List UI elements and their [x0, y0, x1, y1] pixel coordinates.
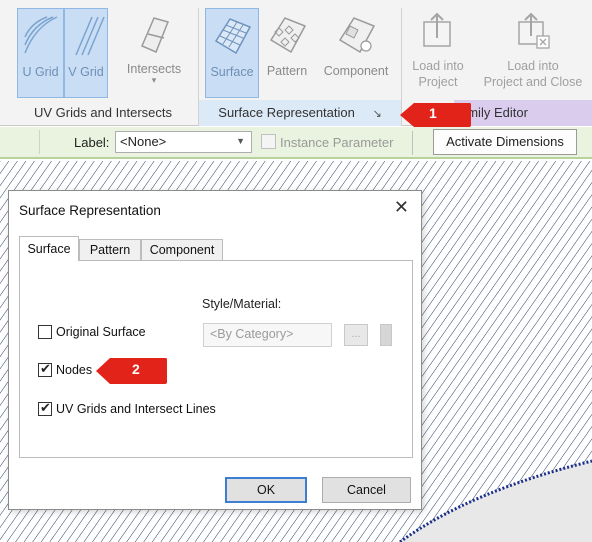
tab-surface[interactable]: Surface	[19, 236, 79, 261]
options-bar-separator	[412, 131, 413, 155]
label-text: Label:	[74, 135, 110, 150]
u-grid-icon	[23, 16, 57, 54]
style-material-label: Style/Material:	[202, 297, 282, 311]
nodes-checkbox[interactable]: ✔	[38, 361, 52, 377]
panel-surface-representation-title: Surface Representation	[218, 105, 355, 120]
u-grid-label: U Grid	[22, 65, 59, 79]
load-into-project-and-close-icon	[518, 12, 550, 49]
callout-1: 1	[400, 102, 472, 128]
load-into-project-and-close-button[interactable]: Load into Project and Close	[474, 8, 592, 98]
surface-label: Surface	[210, 65, 254, 79]
ok-button[interactable]: OK	[225, 477, 307, 503]
load-into-project-icon	[423, 12, 451, 47]
close-icon[interactable]: ✕	[394, 197, 409, 218]
intersects-icon	[141, 17, 170, 53]
options-bar: Label: <None> ▼ Instance Parameter Activ…	[0, 127, 592, 159]
instance-parameter-checkbox[interactable]	[261, 134, 276, 149]
surface-representation-launcher-icon[interactable]: ↘	[373, 108, 382, 120]
v-grid-label: V Grid	[68, 65, 104, 79]
dialog-title: Surface Representation	[19, 203, 161, 218]
color-swatch[interactable]	[380, 324, 392, 346]
ribbon: U Grid V Grid Intersects ▾ Surface Patte	[0, 0, 592, 126]
surface-tab-panel: Style/Material: <By Category> ... Origin…	[19, 260, 413, 458]
activate-dimensions-button[interactable]: Activate Dimensions	[433, 129, 577, 155]
pattern-label: Pattern	[266, 64, 308, 78]
uv-grids-and-intersect-lines-label: UV Grids and Intersect Lines	[56, 402, 216, 416]
options-bar-left-slot	[0, 130, 40, 154]
browse-material-button[interactable]: ...	[344, 324, 368, 346]
component-button[interactable]: Component	[314, 8, 398, 98]
panel-surface-representation: Surface Representation ↘	[199, 100, 401, 126]
cancel-button[interactable]: Cancel	[322, 477, 411, 503]
ribbon-panel-titles: UV Grids and Intersects Surface Represen…	[0, 100, 592, 126]
pattern-button[interactable]: Pattern	[262, 8, 312, 98]
callout-2: 2	[96, 357, 168, 384]
style-material-field[interactable]: <By Category>	[203, 323, 332, 347]
original-surface-label: Original Surface	[56, 325, 146, 339]
label-dropdown-value: <None>	[120, 134, 167, 149]
chevron-down-icon: ▼	[236, 136, 245, 146]
instance-parameter-label: Instance Parameter	[280, 135, 394, 150]
v-grid-button[interactable]: V Grid	[64, 8, 108, 98]
u-grid-button[interactable]: U Grid	[17, 8, 64, 98]
intersects-button[interactable]: Intersects ▾	[118, 8, 190, 98]
label-dropdown[interactable]: <None> ▼	[115, 131, 252, 153]
callout-1-number: 1	[429, 105, 437, 121]
component-icon	[338, 17, 376, 54]
original-surface-checkbox[interactable]	[38, 325, 52, 339]
surface-representation-dialog: Surface Representation ✕ Surface Pattern…	[8, 190, 422, 510]
load-into-project-label-2: Project	[418, 75, 458, 89]
pattern-icon	[269, 17, 307, 54]
tab-component[interactable]: Component	[141, 239, 223, 261]
uv-grids-and-intersect-lines-checkbox[interactable]: ✔	[38, 400, 52, 416]
load-into-project-and-close-label-1: Load into	[507, 59, 559, 73]
v-grid-icon	[75, 16, 105, 56]
load-into-project-button[interactable]: Load into Project	[404, 8, 472, 98]
panel-uv-grids-and-intersects: UV Grids and Intersects	[34, 105, 172, 120]
callout-2-number: 2	[132, 361, 140, 377]
panel-family-editor: amily Editor	[454, 100, 592, 126]
load-into-project-label-1: Load into	[412, 59, 464, 73]
nodes-label: Nodes	[56, 363, 93, 377]
checkmark-icon: ✔	[40, 400, 51, 415]
tab-pattern[interactable]: Pattern	[79, 239, 141, 261]
checkmark-icon: ✔	[40, 361, 51, 376]
surface-button[interactable]: Surface	[205, 8, 259, 98]
surface-icon	[214, 18, 252, 55]
component-label: Component	[323, 64, 389, 78]
load-into-project-and-close-label-2: Project and Close	[483, 75, 583, 89]
intersects-dropdown-icon[interactable]: ▾	[152, 73, 157, 88]
